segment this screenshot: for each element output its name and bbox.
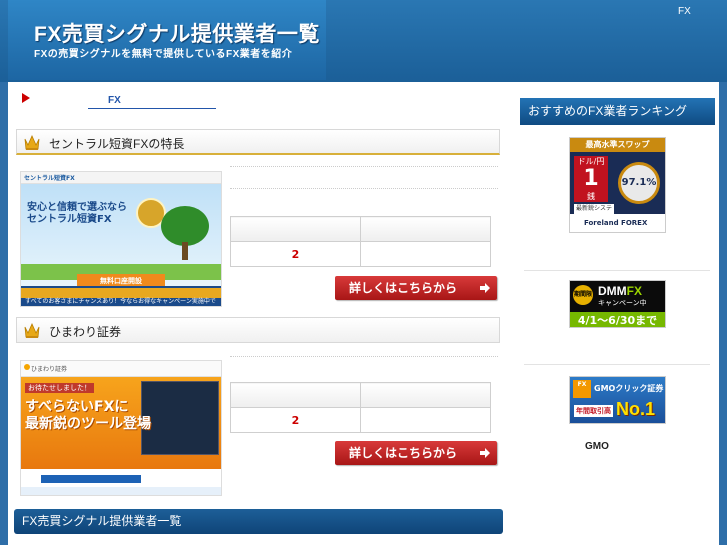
- header-banner[interactable]: FX売買シグナル提供業者一覧 FXの売買シグナルを無料で提供しているFX業者を紹…: [8, 0, 326, 80]
- arrow-right-icon: [480, 448, 490, 458]
- table-cell: [360, 407, 491, 433]
- tree-icon: [161, 206, 209, 246]
- ad-headline: すべらないFXに 最新鋭のツール登場: [25, 399, 151, 433]
- sidebar-banner-foreland[interactable]: 最高水準スワップ ドル/円 1 銭 97.1% 最新鋭システム Foreland…: [569, 137, 666, 233]
- ad-headline-line: セントラル短資FX: [27, 214, 112, 225]
- ad-footer-bar: [41, 475, 141, 483]
- banner-logo: Foreland FOREX: [570, 214, 665, 232]
- divider: [230, 166, 498, 167]
- banner-brand-a: DMM: [598, 284, 627, 298]
- header-link[interactable]: FX: [678, 6, 691, 17]
- section-heading: セントラル短資FXの特長: [16, 129, 500, 155]
- divider: [524, 270, 710, 271]
- info-table: 2: [230, 216, 491, 267]
- ad-logo-text: セントラル短資FX: [24, 175, 75, 182]
- details-button[interactable]: 詳しくはこちらから: [335, 441, 497, 465]
- site-subtitle: FXの売買シグナルを無料で提供しているFX業者を紹介: [34, 49, 293, 60]
- divider: [230, 188, 498, 189]
- banner-no1: No.1: [616, 399, 656, 419]
- sidebar-heading: おすすめのFX業者ランキング: [520, 98, 715, 125]
- banner-brand: DMMFX: [598, 284, 642, 298]
- table-cell: 2: [230, 241, 361, 267]
- table-cell: [360, 241, 491, 267]
- banner-number: 1: [583, 166, 599, 191]
- details-button[interactable]: 詳しくはこちらから: [335, 276, 497, 300]
- table-cell: [230, 382, 361, 408]
- details-button-label: 詳しくはこちらから: [349, 281, 458, 295]
- banner-text: キャンペーン中: [598, 299, 647, 307]
- trading-screen-image: [141, 381, 219, 455]
- broker-banner-image[interactable]: ひまわり証券 お待たせしました！ すべらないFXに 最新鋭のツール登場: [20, 360, 222, 496]
- section-heading: ひまわり証券: [16, 317, 500, 343]
- divider: [524, 364, 710, 365]
- banner-rate: 97.1%: [618, 162, 660, 204]
- banner-brand-b: FX: [626, 284, 643, 298]
- ad-headline: 安心と信頼で選ぶなら セントラル短資FX: [27, 202, 127, 226]
- tree-trunk: [182, 242, 188, 260]
- banner-text: 銭: [587, 192, 595, 201]
- breadcrumb-arrow-icon: [22, 93, 30, 103]
- ad-headline-line: 最新鋭のツール登場: [25, 416, 151, 432]
- sidebar-banner-dmm[interactable]: 期間限定 DMMFX キャンペーン中 4/1〜6/30まで: [569, 280, 666, 328]
- table-cell: [230, 216, 361, 242]
- banner-date: 4/1〜6/30まで: [570, 312, 665, 327]
- site-title: FX売買シグナル提供業者一覧: [34, 23, 320, 46]
- table-cell: [360, 382, 491, 408]
- ad-headline-line: すべらないFXに: [25, 399, 129, 415]
- section-title: セントラル短資FXの特長: [49, 137, 185, 151]
- details-button-label: 詳しくはこちらから: [349, 446, 458, 460]
- table-cell: 2: [230, 407, 361, 433]
- arrow-right-icon: [480, 283, 490, 293]
- banner-badge: FX: [573, 380, 591, 398]
- banner-text: 最新鋭システム: [574, 204, 614, 222]
- site-header: FX売買シグナル提供業者一覧 FXの売買シグナルを無料で提供しているFX業者を紹…: [0, 0, 727, 82]
- banner-text: 最高水準スワップ: [570, 138, 665, 152]
- ad-footer-strip: [21, 487, 221, 495]
- banner-brand: GMOクリック証券: [594, 384, 664, 393]
- sidebar-banner-gmo[interactable]: FX GMOクリック証券 年間取引高 No.1: [569, 376, 666, 424]
- sidebar-caption[interactable]: GMO: [585, 441, 609, 452]
- ad-headline-line: 安心と信頼で選ぶなら: [27, 202, 127, 213]
- divider: [230, 356, 498, 357]
- crown-icon: [24, 135, 40, 150]
- broker-banner-image[interactable]: セントラル短資FX 安心と信頼で選ぶなら セントラル短資FX 無料口座開設 すべ…: [20, 171, 222, 307]
- ad-ticker: すべてのお客さまにチャンスあり！今ならお得なキャンペーン実施中です: [21, 288, 221, 305]
- sunflower-logo-icon: [24, 364, 30, 370]
- info-table: 2: [230, 382, 491, 433]
- crown-icon: [24, 323, 40, 338]
- ad-tag: お待たせしました！: [25, 383, 94, 393]
- ad-logo-text: ひまわり証券: [31, 366, 68, 373]
- ad-footer: [21, 471, 221, 495]
- table-cell: [360, 216, 491, 242]
- banner-badge: 期間限定: [573, 285, 593, 318]
- section-title: ひまわり証券: [49, 325, 122, 339]
- section-bar: FX売買シグナル提供業者一覧: [14, 509, 503, 534]
- banner-text: 年間取引高: [574, 405, 613, 417]
- banner-highlight: ドル/円 1 銭: [574, 156, 608, 202]
- breadcrumb-link[interactable]: FX: [88, 95, 216, 109]
- banner-text: ドル/円: [577, 157, 605, 166]
